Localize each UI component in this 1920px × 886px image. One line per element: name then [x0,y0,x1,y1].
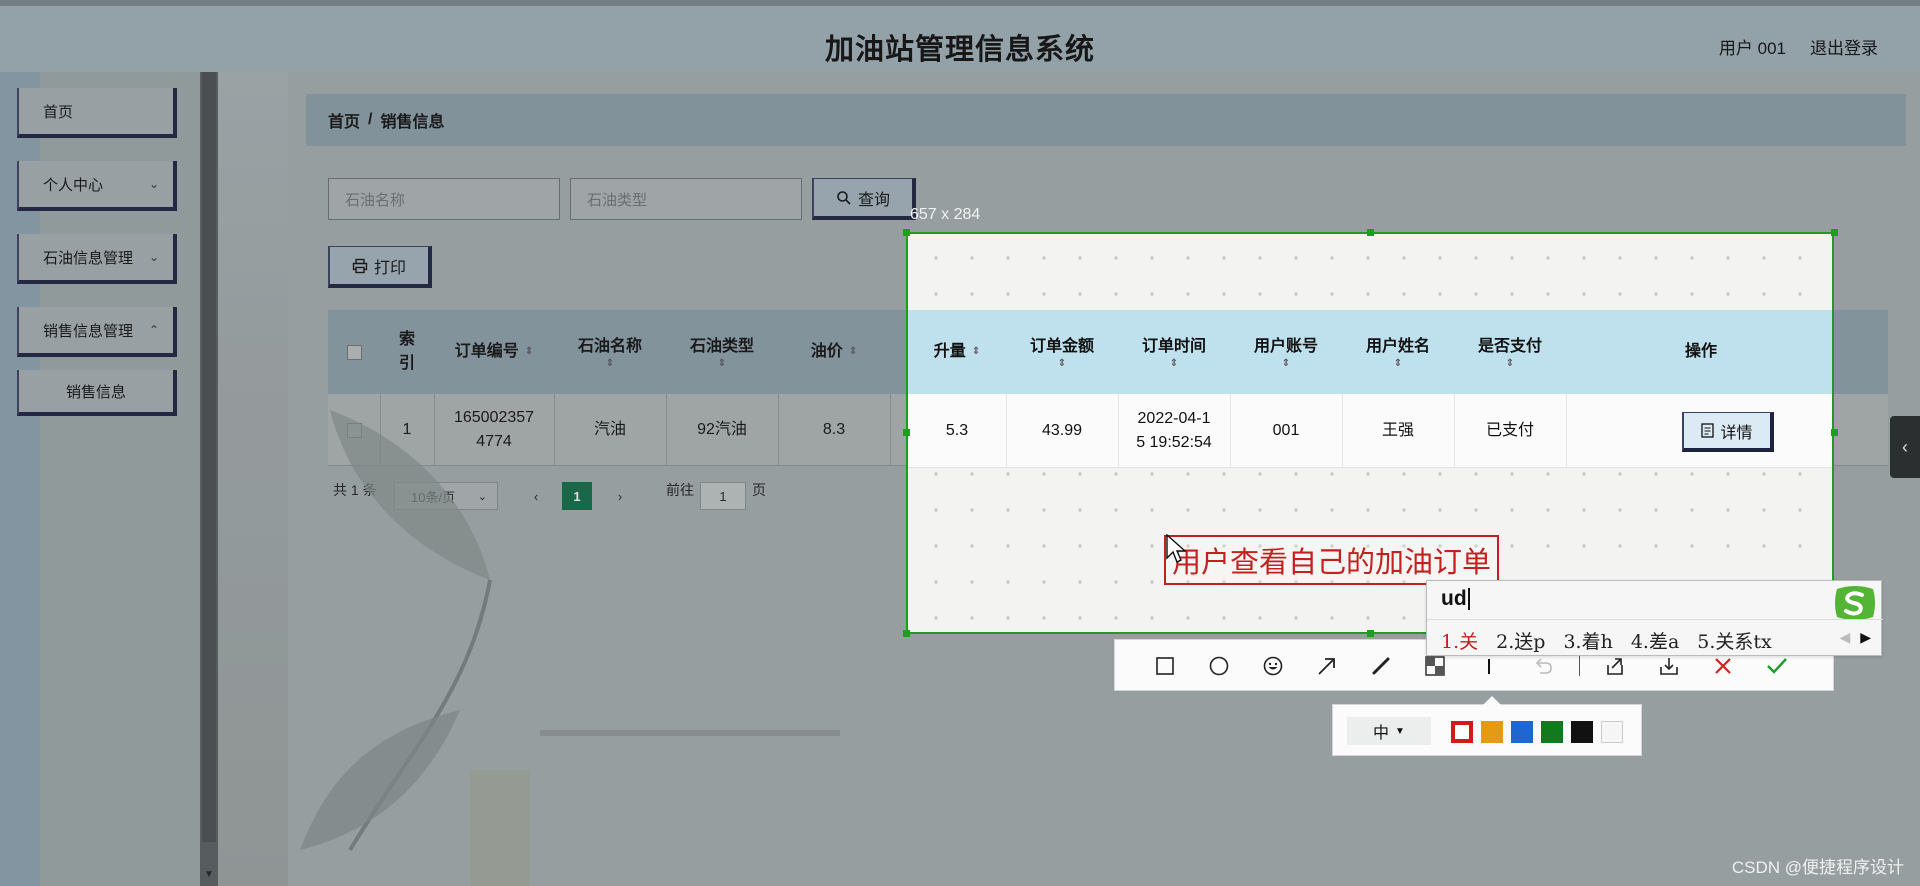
header-amount-label: 订单金额 [1029,338,1094,355]
arrow-tool-icon[interactable] [1313,652,1341,680]
ime-caret [1467,588,1470,611]
ime-input-text: ud [1441,587,1467,610]
download-icon[interactable] [1655,652,1683,680]
ime-candidate-list: 1.关 2.送p 3.着h 4.差a 5.关系tx [1441,627,1772,654]
watermark: CSDN @便捷程序设计 [1731,858,1904,877]
sogou-logo-icon [1835,586,1875,620]
document-icon [1701,423,1715,438]
header-actions: 操作 [1684,343,1717,360]
color-swatch-blue[interactable] [1511,721,1533,743]
cell-paid: 已支付 [1485,422,1534,439]
header-time[interactable]: 订单时间 ⇕ [1118,310,1230,394]
pen-tool-icon[interactable] [1367,652,1395,680]
toolbar-divider [1579,654,1580,676]
ime-composition: ud [1441,587,1470,611]
sort-icon[interactable]: ⇕ [972,347,980,357]
header-account[interactable]: 用户账号 ⇕ [1230,310,1342,394]
header-paid-label: 是否支付 [1477,338,1542,355]
screenshot-selection-region[interactable]: 升量 ⇕ 订单金额 ⇕ 订单时间 ⇕ 用户账号 ⇕ 用户姓名 ⇕ 是否支付 ⇕ 操作 5.3… [906,232,1834,634]
font-size-value: 中 [1373,725,1390,742]
resize-handle-top-right[interactable] [1831,229,1838,236]
caret-down-icon: ▼ [1395,725,1405,737]
ime-candidate[interactable]: 3.着h [1563,627,1612,654]
color-swatch-green[interactable] [1541,721,1563,743]
text-tool-icon[interactable] [1475,652,1503,680]
resize-handle-bottom[interactable] [1367,630,1374,637]
cell-liters: 5.3 [945,422,969,439]
header-liters-label: 升量 [933,343,966,360]
mosaic-tool-icon[interactable] [1421,652,1449,680]
color-swatch-orange[interactable] [1481,721,1503,743]
ime-prev-icon[interactable]: ◀ [1839,629,1850,646]
share-icon[interactable] [1601,652,1629,680]
ime-next-icon[interactable]: ▶ [1860,629,1871,646]
annotation-style-panel: 中 ▼ [1332,696,1642,756]
emoji-tool-icon[interactable] [1259,652,1287,680]
panel-caret [1483,696,1501,705]
resize-handle-top[interactable] [1367,229,1374,236]
detail-label: 详情 [1720,424,1753,442]
close-icon[interactable] [1709,652,1737,680]
sort-icon[interactable]: ⇕ [1394,359,1402,369]
header-paid[interactable]: 是否支付 ⇕ [1454,310,1566,394]
color-swatch-black[interactable] [1571,721,1593,743]
time-line-2: 5 19:52:54 [1136,434,1212,451]
sort-icon[interactable]: ⇕ [1506,359,1514,369]
header-liters[interactable]: 升量 ⇕ [908,310,1006,394]
rectangle-tool-icon[interactable] [1151,652,1179,680]
resize-handle-left[interactable] [903,429,910,436]
column-divider [1566,394,1567,468]
ime-candidate-window: ud 1.关 2.送p 3.着h 4.差a 5.关系tx ◀ ▶ [1426,580,1883,656]
resize-handle-right[interactable] [1831,429,1838,436]
undo-icon[interactable] [1529,652,1557,680]
detail-button[interactable]: 详情 [1682,412,1774,452]
time-line-1: 2022-04-1 [1137,410,1211,427]
confirm-check-icon[interactable] [1763,652,1791,680]
ime-candidate[interactable]: 1.关 [1441,627,1478,654]
cell-user-name: 王强 [1381,422,1414,439]
ime-candidate[interactable]: 5.关系tx [1697,627,1771,654]
header-time-label: 订单时间 [1141,338,1206,355]
chevron-left-icon: ‹ [1902,436,1908,457]
cell-amount: 43.99 [1041,422,1083,439]
cell-account: 001 [1272,422,1300,439]
mouse-cursor-icon [1166,534,1186,563]
header-user-name-label: 用户姓名 [1365,338,1430,355]
sort-icon[interactable]: ⇕ [1170,359,1178,369]
color-swatch-white[interactable] [1601,721,1623,743]
font-size-select[interactable]: 中 ▼ [1347,717,1431,745]
side-panel-toggle[interactable]: ‹ [1890,416,1920,478]
sort-icon[interactable]: ⇕ [1058,359,1066,369]
resize-handle-top-left[interactable] [903,229,910,236]
text-annotation[interactable]: 用户查看自己的加油订单 [1164,535,1500,585]
ime-candidate[interactable]: 4.差a [1631,627,1679,654]
color-swatch-red-selected[interactable] [1451,721,1473,743]
cell-time: 2022-04-1 5 19:52:54 [1118,394,1230,468]
header-user-name[interactable]: 用户姓名 ⇕ [1342,310,1454,394]
header-amount[interactable]: 订单金额 ⇕ [1006,310,1118,394]
ime-page-nav: ◀ ▶ [1839,629,1871,646]
captured-table-header: 升量 ⇕ 订单金额 ⇕ 订单时间 ⇕ 用户账号 ⇕ 用户姓名 ⇕ 是否支付 ⇕ 操作 [908,310,1832,394]
resize-handle-bottom-left[interactable] [903,630,910,637]
ellipse-tool-icon[interactable] [1205,652,1233,680]
ime-candidate[interactable]: 2.送p [1496,627,1545,654]
selection-size-label: 657 x 284 [910,206,981,223]
header-account-label: 用户账号 [1253,338,1318,355]
ime-divider [1427,619,1883,620]
sort-icon[interactable]: ⇕ [1282,359,1290,369]
